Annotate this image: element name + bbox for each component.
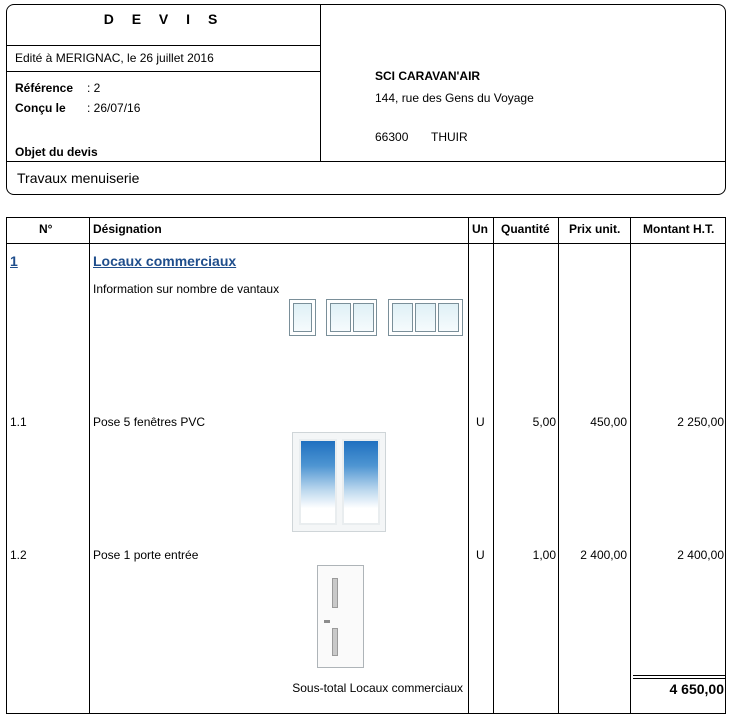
reference-value: : 2 [87, 81, 101, 95]
row-num: 1.1 [10, 415, 27, 429]
row-unit: U [476, 548, 485, 562]
row-unit: U [476, 415, 485, 429]
col-divider-3 [493, 218, 494, 713]
row-designation: Pose 1 porte entrée [93, 548, 199, 562]
objet-label: Objet du devis [15, 145, 98, 159]
row-quantity: 5,00 [532, 415, 556, 429]
table-header-underline [7, 243, 725, 244]
quote-header-box: D E V I S Edité à MERIGNAC, le 26 juille… [6, 4, 726, 195]
edited-place-date: Edité à MERIGNAC, le 26 juillet 2016 [15, 51, 214, 65]
entry-door-image [317, 565, 364, 668]
row-amount: 2 250,00 [677, 415, 724, 429]
row-price: 450,00 [590, 415, 627, 429]
header-divider-objet [7, 161, 725, 162]
header-divider-vertical [320, 5, 321, 161]
client-street: 144, rue des Gens du Voyage [375, 91, 534, 105]
concu-label: Conçu le [15, 101, 66, 115]
window-2-leaves-icon [326, 299, 377, 336]
section-title[interactable]: Locaux commerciaux [93, 253, 236, 269]
client-postcode: 66300 [375, 130, 409, 144]
pvc-window-image [292, 432, 386, 532]
client-name: SCI CARAVAN'AIR [375, 69, 481, 83]
header-price: Prix unit. [569, 222, 621, 236]
header-num: N° [39, 222, 53, 236]
header-unit: Un [472, 222, 488, 236]
col-divider-5 [630, 218, 631, 713]
header-divider-title [7, 45, 321, 46]
col-divider-2 [468, 218, 469, 713]
header-divider-edited [7, 71, 321, 72]
concu-value: : 26/07/16 [87, 101, 141, 115]
subtotal-value: 4 650,00 [669, 681, 725, 697]
subtotal-rule-top-double [633, 678, 725, 679]
row-num: 1.2 [10, 548, 27, 562]
subtotal-label: Sous-total Locaux commerciaux [292, 681, 463, 695]
row-quantity: 1,00 [532, 548, 556, 562]
col-divider-1 [89, 218, 90, 713]
subtotal-rule-top [633, 675, 725, 676]
header-quantity: Quantité [501, 222, 550, 236]
col-divider-4 [558, 218, 559, 713]
client-city: THUIR [431, 130, 468, 144]
header-designation: Désignation [93, 222, 162, 236]
document-title: D E V I S [103, 11, 225, 27]
section-number[interactable]: 1 [10, 253, 18, 269]
window-3-leaves-icon [388, 299, 463, 336]
row-price: 2 400,00 [580, 548, 627, 562]
row-designation: Pose 5 fenêtres PVC [93, 415, 206, 429]
objet-text: Travaux menuiserie [17, 170, 140, 186]
reference-label: Référence [15, 81, 74, 95]
row-amount: 2 400,00 [677, 548, 724, 562]
section-info: Information sur nombre de vantaux [93, 282, 280, 296]
header-amount: Montant H.T. [643, 222, 715, 236]
window-1-leaf-icon [289, 299, 316, 336]
